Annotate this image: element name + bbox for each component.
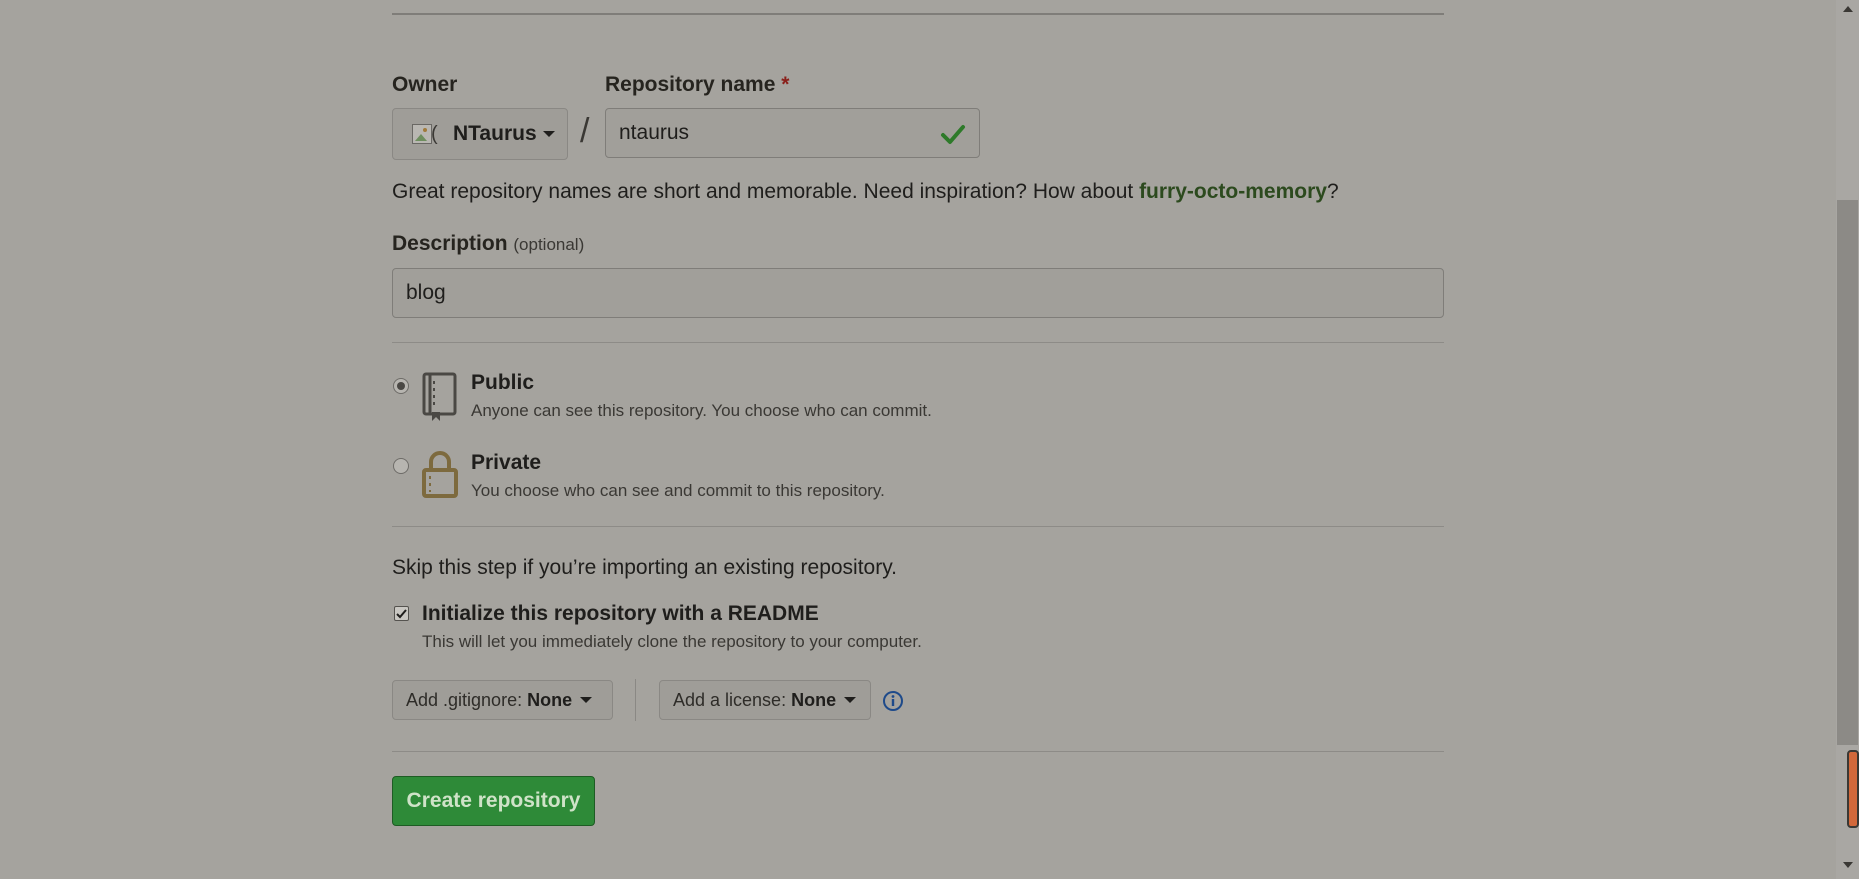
- owner-repo-separator: /: [580, 112, 590, 150]
- create-repository-button[interactable]: Create repository: [392, 776, 595, 826]
- init-readme-checkbox[interactable]: [394, 606, 409, 621]
- public-description: Anyone can see this repository. You choo…: [471, 401, 932, 420]
- divider: [392, 342, 1444, 343]
- broken-image-icon: (: [411, 122, 439, 146]
- owner-name: NTaurus: [453, 122, 537, 145]
- private-radio[interactable]: [393, 458, 409, 474]
- public-radio[interactable]: [393, 378, 409, 394]
- private-description: You choose who can see and commit to thi…: [471, 481, 885, 500]
- divider: [392, 526, 1444, 527]
- required-marker: *: [781, 73, 790, 96]
- checkmark-icon: [396, 609, 407, 619]
- repo-name-input[interactable]: [605, 108, 980, 158]
- private-title: Private: [471, 451, 542, 474]
- top-divider: [392, 13, 1444, 15]
- scroll-down-arrow-icon[interactable]: [1843, 862, 1853, 868]
- scroll-up-arrow-icon[interactable]: [1843, 6, 1853, 12]
- skip-step-note: Skip this step if you’re importing an ex…: [392, 556, 898, 579]
- name-suggestion-link[interactable]: furry-octo-memory: [1139, 180, 1327, 203]
- description-input[interactable]: [392, 268, 1444, 318]
- init-readme-description: This will let you immediately clone the …: [422, 632, 922, 651]
- vertical-scrollbar[interactable]: [1836, 0, 1859, 879]
- dropdown-divider: [635, 679, 636, 721]
- chevron-down-icon: [580, 697, 593, 703]
- check-icon: [941, 125, 965, 144]
- lock-icon: [422, 451, 458, 498]
- repo-name-help: Great repository names are short and mem…: [392, 180, 1339, 203]
- init-readme-label[interactable]: Initialize this repository with a README: [422, 602, 819, 626]
- license-select[interactable]: Add a license: None: [659, 680, 871, 720]
- scroll-thumb[interactable]: [1837, 200, 1858, 745]
- repo-book-icon: [422, 372, 457, 421]
- owner-label: Owner: [392, 73, 458, 96]
- gitignore-select[interactable]: Add .gitignore: None: [392, 680, 613, 720]
- chevron-down-icon: [542, 131, 555, 137]
- info-icon[interactable]: [882, 690, 904, 712]
- divider: [392, 751, 1444, 752]
- page: Owner ( NTaurus / Repository name * Grea…: [0, 0, 1836, 879]
- scroll-position-indicator: [1847, 750, 1859, 828]
- public-title: Public: [471, 371, 535, 394]
- chevron-down-icon: [844, 697, 857, 703]
- optional-hint: (optional): [513, 235, 585, 254]
- description-label: Description (optional): [392, 232, 585, 255]
- owner-select-button[interactable]: ( NTaurus: [392, 108, 568, 160]
- repo-name-label: Repository name *: [605, 73, 790, 96]
